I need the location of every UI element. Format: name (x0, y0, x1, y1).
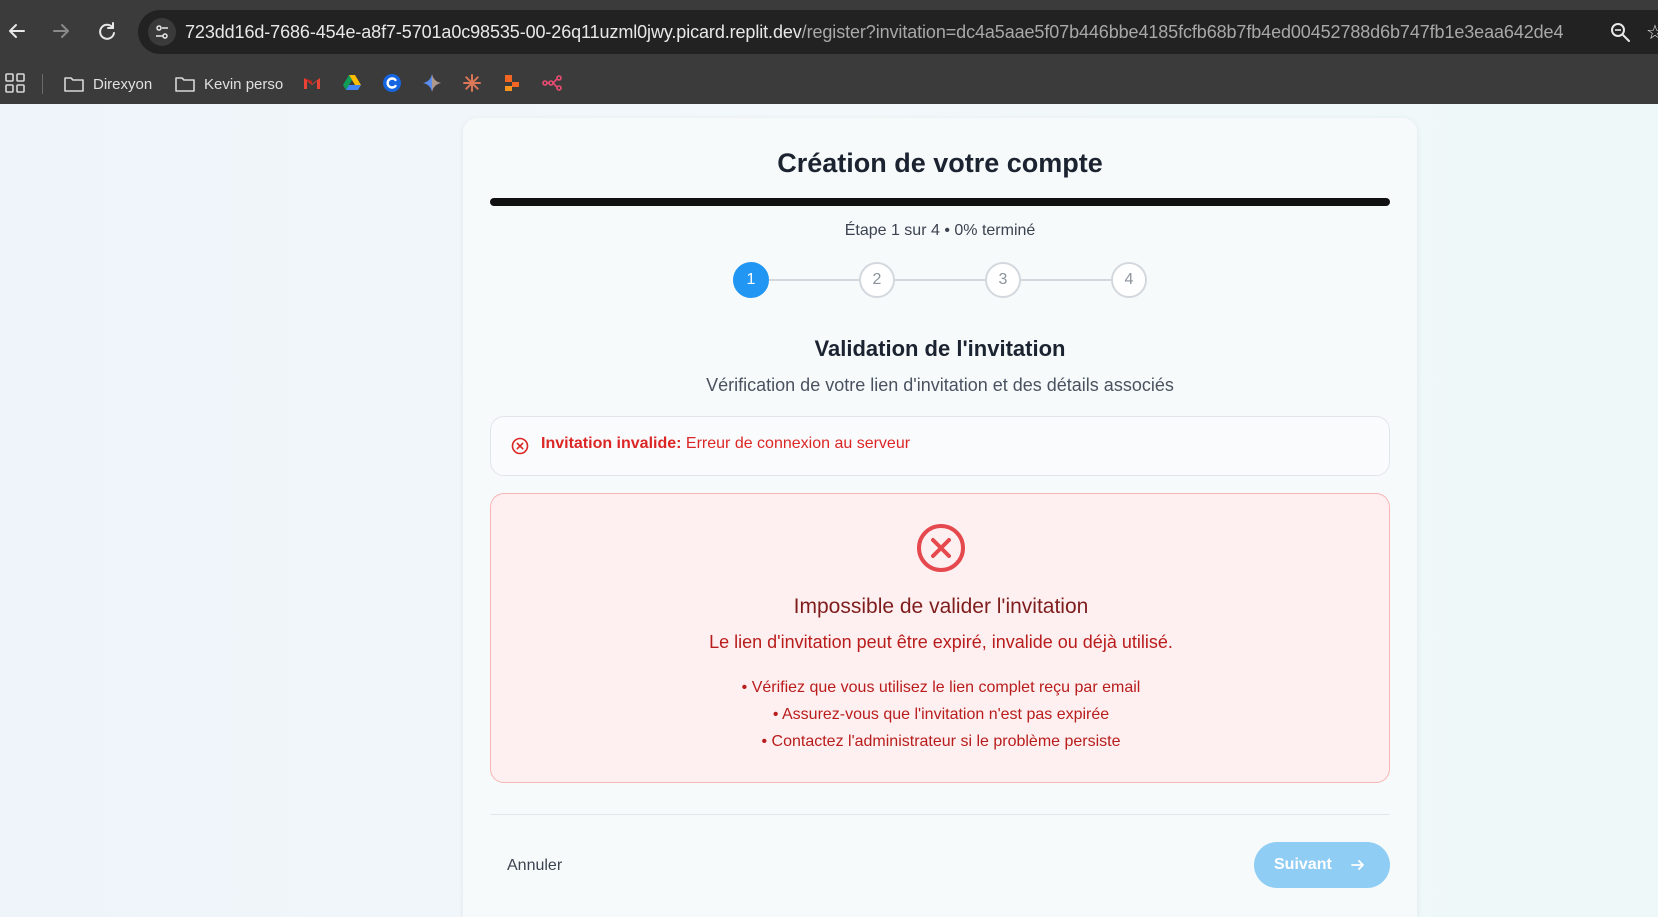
browser-toolbar: 723dd16d-7686-454e-a8f7-5701a0c98535-00-… (0, 0, 1658, 64)
address-bar[interactable]: 723dd16d-7686-454e-a8f7-5701a0c98535-00-… (138, 10, 1658, 54)
step-1: 1 (733, 262, 769, 298)
section-subtitle: Vérification de votre lien d'invitation … (706, 375, 1174, 395)
reload-icon (99, 22, 115, 40)
gemini-icon[interactable] (422, 73, 442, 93)
progress-bar (490, 198, 1390, 206)
step-connector (895, 279, 985, 281)
url-host: 723dd16d-7686-454e-a8f7-5701a0c98535-00-… (185, 22, 802, 42)
gmail-icon[interactable] (302, 73, 322, 93)
reload-button[interactable] (92, 16, 122, 46)
error-panel: Impossible de valider l'invitation Le li… (490, 493, 1390, 783)
c-app-icon[interactable] (382, 73, 402, 93)
footer-divider (490, 814, 1390, 815)
cancel-button[interactable]: Annuler (490, 846, 590, 886)
apps-grid-icon[interactable] (5, 73, 25, 93)
site-info-button[interactable] (148, 18, 176, 46)
step-2: 2 (859, 262, 895, 298)
step-connector (1021, 279, 1111, 281)
page-background: Création de votre compte Étape 1 sur 4 •… (0, 104, 1658, 917)
section-title: Validation de l'invitation (814, 336, 1066, 361)
bookmark-direxyon[interactable]: Direxyon (63, 70, 152, 98)
list-item: • Assurez-vous que l'invitation n'est pa… (772, 706, 1110, 723)
step-progress-text: Étape 1 sur 4 • 0% terminé (844, 222, 1036, 239)
page-title: Création de votre compte (777, 148, 1103, 178)
folder-icon (175, 77, 195, 92)
list-item: • Vérifiez que vous utilisez le lien com… (741, 679, 1141, 696)
step-3: 3 (985, 262, 1021, 298)
stepper: 1 2 3 4 (733, 260, 1153, 300)
claude-icon[interactable] (462, 73, 482, 93)
alert-text: Invitation invalide: Erreur de connexion… (541, 435, 910, 453)
next-button[interactable]: Suivant (1254, 842, 1390, 888)
alert-label: Invitation invalide: (541, 435, 682, 452)
bookmarks-divider (42, 74, 43, 94)
forward-button[interactable] (46, 16, 76, 46)
arrow-right-icon (53, 24, 69, 38)
arrow-left-icon (9, 24, 25, 38)
url-path: /register?invitation=dc4a5aae5f07b446bbe… (801, 22, 1564, 42)
browser-chrome: 723dd16d-7686-454e-a8f7-5701a0c98535-00-… (0, 0, 1658, 104)
x-circle-icon (917, 524, 965, 572)
step-connector (769, 279, 859, 281)
orange-app-icon[interactable] (502, 73, 522, 93)
troubleshooting-list: • Vérifiez que vous utilisez le lien com… (491, 674, 1391, 755)
arrow-right-icon (1351, 860, 1364, 870)
bookmark-label: Kevin perso (204, 75, 284, 93)
alert-message: Erreur de connexion au serveur (681, 435, 911, 452)
back-button[interactable] (2, 16, 32, 46)
step-4: 4 (1111, 262, 1147, 298)
bookmarks-bar: Direxyon Kevin perso (0, 64, 1658, 104)
url-text[interactable]: 723dd16d-7686-454e-a8f7-5701a0c98535-00-… (185, 22, 1563, 43)
error-description: Le lien d'invitation peut être expiré, i… (709, 632, 1173, 652)
error-title: Impossible de valider l'invitation (793, 595, 1089, 618)
folder-icon (64, 77, 84, 92)
zoom-icon[interactable] (1608, 20, 1632, 44)
bookmark-label: Direxyon (93, 75, 153, 93)
workflow-icon[interactable] (542, 73, 562, 93)
x-circle-icon (511, 437, 529, 455)
google-drive-icon[interactable] (342, 73, 362, 93)
next-button-label: Suivant (1274, 856, 1332, 873)
tune-icon (156, 25, 168, 39)
bookmark-star-icon[interactable]: ☆ (1646, 20, 1658, 45)
error-alert: Invitation invalide: Erreur de connexion… (490, 416, 1390, 476)
bookmark-kevin-perso[interactable]: Kevin perso (174, 70, 283, 98)
registration-card: Création de votre compte Étape 1 sur 4 •… (463, 118, 1417, 917)
list-item: • Contactez l'administrateur si le probl… (761, 733, 1121, 750)
